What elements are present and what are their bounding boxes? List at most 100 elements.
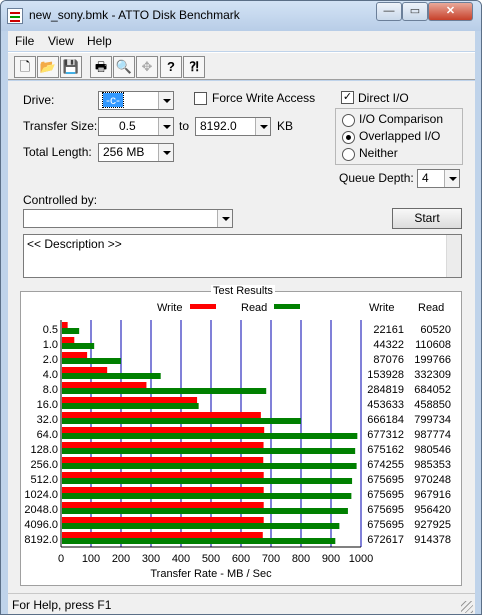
controlled-by-label: Controlled by: bbox=[23, 193, 98, 207]
read-value: 458850 bbox=[414, 399, 451, 411]
write-value: 453633 bbox=[367, 399, 404, 411]
category-label: 16.0 bbox=[37, 399, 58, 411]
x-axis-label: Transfer Rate - MB / Sec bbox=[150, 568, 272, 580]
menu-file[interactable]: File bbox=[15, 34, 34, 48]
queue-depth-select[interactable]: 4 bbox=[417, 169, 460, 188]
app-icon bbox=[7, 8, 23, 24]
read-value: 987774 bbox=[414, 429, 451, 441]
write-bar bbox=[62, 397, 198, 403]
total-length-label: Total Length: bbox=[23, 145, 92, 159]
transfer-rate-chart: 0 100 200 300 400 500 600 700 800 900 1000 Transfer… bbox=[24, 320, 451, 580]
menu-bar: File View Help bbox=[8, 31, 475, 51]
chevron-down-icon[interactable] bbox=[217, 210, 232, 227]
chevron-down-icon[interactable] bbox=[158, 92, 173, 109]
new-document-icon[interactable]: 🗋 bbox=[14, 56, 36, 78]
read-value: 799734 bbox=[414, 414, 451, 426]
x-tick-label: 500 bbox=[202, 553, 220, 565]
print-icon[interactable]: 🖶 bbox=[90, 56, 112, 78]
resize-grip-icon[interactable] bbox=[461, 601, 473, 613]
write-value: 675695 bbox=[367, 489, 404, 501]
category-label: 64.0 bbox=[37, 429, 58, 441]
x-tick-label: 700 bbox=[262, 553, 280, 565]
read-value: 914378 bbox=[414, 534, 451, 546]
help-icon[interactable]: ? bbox=[160, 56, 182, 78]
category-label: 2048.0 bbox=[24, 504, 58, 516]
category-label: 1024.0 bbox=[24, 489, 58, 501]
total-length-value: 256 MB bbox=[103, 145, 145, 159]
category-label: 2.0 bbox=[43, 354, 58, 366]
minimize-icon[interactable]: — bbox=[376, 2, 402, 21]
write-bar bbox=[62, 517, 264, 523]
force-write-checkbox[interactable] bbox=[194, 92, 207, 105]
read-bar bbox=[62, 388, 267, 394]
write-bar bbox=[62, 472, 264, 478]
print-preview-icon[interactable]: 🔍 bbox=[113, 56, 135, 78]
close-icon[interactable]: ✕ bbox=[428, 2, 473, 21]
read-bar bbox=[62, 433, 358, 439]
write-bar bbox=[62, 322, 68, 328]
read-bar bbox=[62, 343, 95, 349]
maximize-icon[interactable]: ▭ bbox=[402, 2, 428, 21]
transfer-size-from-value: 0.5 bbox=[119, 119, 136, 133]
open-folder-icon[interactable]: 📂 bbox=[37, 56, 59, 78]
io-comparison-label: I/O Comparison bbox=[359, 112, 444, 126]
write-bar bbox=[62, 457, 264, 463]
read-bar bbox=[62, 508, 348, 514]
write-value: 153928 bbox=[367, 369, 404, 381]
write-value: 674255 bbox=[367, 459, 404, 471]
neither-label: Neither bbox=[359, 146, 398, 160]
move-icon[interactable]: ✥ bbox=[136, 56, 158, 78]
x-tick-label: 100 bbox=[82, 553, 100, 565]
app-window: new_sony.bmk - ATTO Disk Benchmark — ▭ ✕… bbox=[0, 0, 482, 615]
read-value: 956420 bbox=[414, 504, 451, 516]
read-bar bbox=[62, 403, 199, 409]
overlapped-io-label: Overlapped I/O bbox=[359, 129, 441, 143]
description-box[interactable]: << Description >> bbox=[23, 234, 462, 278]
x-tick-label: 400 bbox=[172, 553, 190, 565]
x-tick-label: 1000 bbox=[349, 553, 373, 565]
x-tick-label: 600 bbox=[232, 553, 250, 565]
chevron-down-icon[interactable] bbox=[158, 118, 173, 135]
write-value: 22161 bbox=[373, 324, 404, 336]
read-value: 967916 bbox=[414, 489, 451, 501]
status-bar: For Help, press F1 bbox=[8, 593, 475, 614]
direct-io-checkbox[interactable]: ✓ bbox=[341, 91, 354, 104]
read-value: 980546 bbox=[414, 444, 451, 456]
overlapped-io-radio[interactable] bbox=[342, 131, 355, 144]
read-bar bbox=[62, 478, 353, 484]
controlled-by-select[interactable] bbox=[23, 209, 233, 228]
title-bar: new_sony.bmk - ATTO Disk Benchmark — ▭ ✕ bbox=[1, 1, 481, 31]
transfer-size-to-select[interactable]: 8192.0 bbox=[195, 117, 271, 136]
write-bar bbox=[62, 502, 264, 508]
write-bar bbox=[62, 487, 264, 493]
neither-radio[interactable] bbox=[342, 148, 355, 161]
direct-io-label: Direct I/O bbox=[358, 91, 409, 105]
menu-view[interactable]: View bbox=[48, 34, 74, 48]
chevron-down-icon[interactable] bbox=[444, 170, 459, 187]
transfer-size-from-select[interactable]: 0.5 bbox=[98, 117, 174, 136]
write-bar bbox=[62, 367, 108, 373]
force-write-label: Force Write Access bbox=[212, 91, 316, 105]
context-help-icon[interactable]: ⁈ bbox=[183, 56, 205, 78]
write-value: 284819 bbox=[367, 384, 404, 396]
save-icon[interactable]: 💾 bbox=[60, 56, 82, 78]
write-value: 675162 bbox=[367, 444, 404, 456]
test-results-panel: Test Results Write Read Write Read 0 100 2… bbox=[20, 285, 462, 586]
read-value: 60520 bbox=[420, 324, 451, 336]
read-value: 985353 bbox=[414, 459, 451, 471]
total-length-select[interactable]: 256 MB bbox=[98, 143, 174, 162]
x-tick-label: 300 bbox=[142, 553, 160, 565]
x-tick-label: 200 bbox=[112, 553, 130, 565]
description-scrollbar[interactable] bbox=[446, 235, 461, 277]
start-button[interactable]: Start bbox=[392, 208, 462, 229]
chevron-down-icon[interactable] bbox=[255, 118, 270, 135]
read-value: 970248 bbox=[414, 474, 451, 486]
io-comparison-radio[interactable] bbox=[342, 114, 355, 127]
category-label: 4096.0 bbox=[24, 519, 58, 531]
drive-select[interactable]: -c- bbox=[98, 91, 174, 110]
write-bar bbox=[62, 412, 261, 418]
category-label: 8.0 bbox=[43, 384, 58, 396]
menu-help[interactable]: Help bbox=[87, 34, 112, 48]
drive-value: -c- bbox=[102, 92, 124, 108]
chevron-down-icon[interactable] bbox=[158, 144, 173, 161]
